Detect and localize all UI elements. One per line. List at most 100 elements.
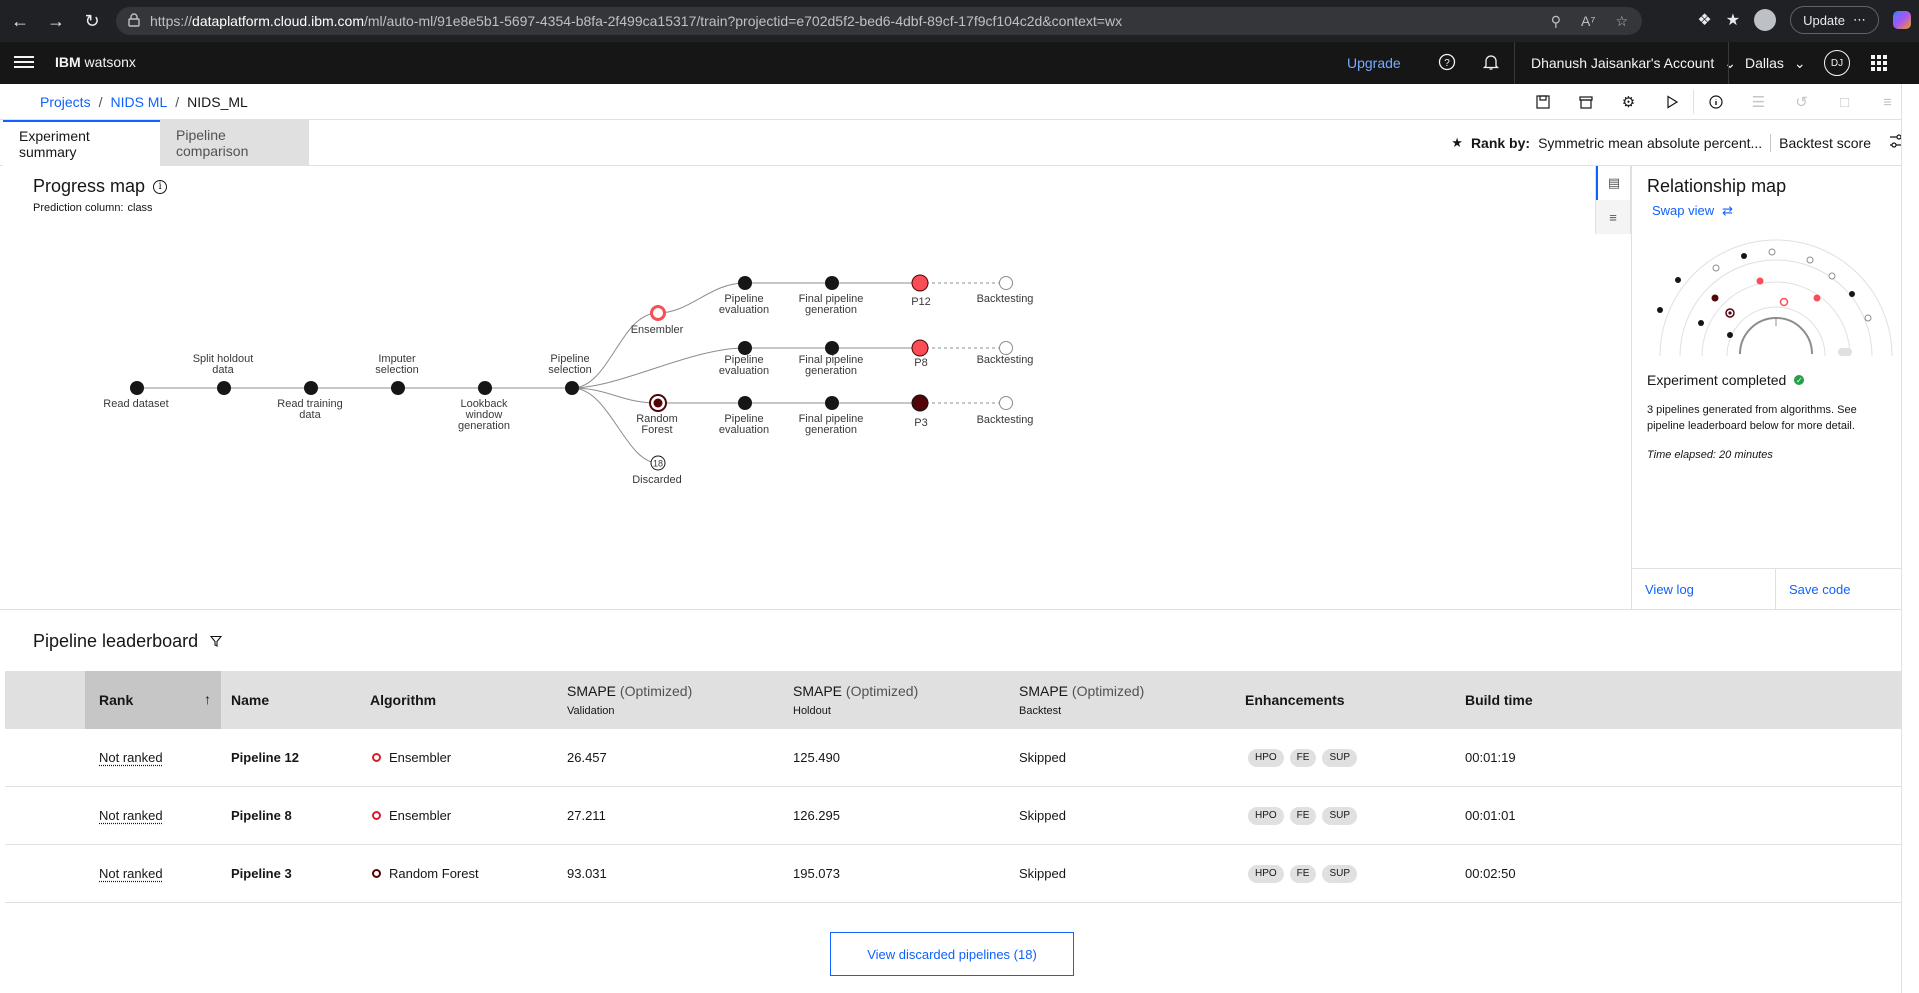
map-dot[interactable] xyxy=(1675,277,1681,283)
avatar[interactable]: DJ xyxy=(1824,50,1850,76)
rank-value[interactable]: Not ranked xyxy=(99,866,163,881)
map-dot[interactable] xyxy=(1711,294,1719,302)
table-row[interactable]: Not ranked Pipeline 3 Random Forest 93.0… xyxy=(5,845,1901,903)
node-pipeline-evaluation[interactable] xyxy=(738,276,752,290)
sort-ascending-icon[interactable]: ↑ xyxy=(204,691,211,707)
pipeline-name[interactable]: Pipeline 8 xyxy=(231,787,292,844)
map-dot[interactable] xyxy=(1849,291,1855,297)
node-ensembler[interactable] xyxy=(650,305,666,321)
favorite-star-icon[interactable]: ☆ xyxy=(1615,13,1628,30)
map-dot[interactable] xyxy=(1727,332,1733,338)
node-read-training[interactable] xyxy=(304,381,318,395)
back-icon[interactable]: ← xyxy=(2,3,38,39)
map-dot[interactable] xyxy=(1698,320,1704,326)
lineage-icon[interactable]: ☰ xyxy=(1737,84,1780,120)
node-pipeline-p12[interactable] xyxy=(911,274,929,292)
rank-value[interactable]: Not ranked xyxy=(99,808,163,823)
node-final-generation[interactable] xyxy=(825,276,839,290)
breadcrumb-project[interactable]: NIDS ML xyxy=(110,94,167,110)
node-final-generation[interactable] xyxy=(825,396,839,410)
ensembler-icon xyxy=(372,811,381,820)
table-row[interactable]: Not ranked Pipeline 12 Ensembler 26.457 … xyxy=(5,729,1901,787)
rank-score[interactable]: Backtest score xyxy=(1779,135,1871,151)
account-switcher[interactable]: Dhanush Jaisankar's Account ⌄ xyxy=(1514,42,1752,84)
comment-icon[interactable]: □ xyxy=(1823,84,1866,120)
copilot-icon[interactable] xyxy=(1893,11,1911,29)
address-bar[interactable]: https://dataplatform.cloud.ibm.com/ml/au… xyxy=(116,7,1642,35)
table-row[interactable]: Not ranked Pipeline 8 Ensembler 27.211 1… xyxy=(5,787,1901,845)
column-algorithm[interactable]: Algorithm xyxy=(370,671,436,729)
forward-icon[interactable]: → xyxy=(38,3,74,39)
rank-metric[interactable]: Symmetric mean absolute percent... xyxy=(1538,135,1762,151)
list-view-icon[interactable]: ≡ xyxy=(1596,200,1630,234)
node-pipeline-evaluation[interactable] xyxy=(738,341,752,355)
map-dot[interactable] xyxy=(1756,277,1764,285)
map-dot[interactable] xyxy=(1768,248,1776,256)
favorites-icon[interactable]: ★ xyxy=(1726,10,1740,30)
node-final-generation[interactable] xyxy=(825,341,839,355)
read-aloud-icon[interactable]: A⁷ xyxy=(1581,13,1595,30)
zoom-icon[interactable]: ⚲ xyxy=(1551,13,1561,30)
node-pipeline-evaluation[interactable] xyxy=(738,396,752,410)
history-icon[interactable]: ↺ xyxy=(1780,84,1823,120)
settings-icon[interactable]: ⚙ xyxy=(1607,84,1650,120)
region-switcher[interactable]: Dallas ⌄ xyxy=(1728,42,1822,84)
reload-icon[interactable]: ↻ xyxy=(74,3,110,39)
map-dot[interactable] xyxy=(1741,253,1747,259)
column-smape-backtest[interactable]: SMAPE (Optimized) Backtest xyxy=(1019,671,1144,729)
save-code-link[interactable]: Save code xyxy=(1775,569,1919,610)
save-icon[interactable] xyxy=(1521,84,1564,120)
map-dot[interactable] xyxy=(1712,264,1720,272)
node-lookback[interactable] xyxy=(478,381,492,395)
column-build-time[interactable]: Build time xyxy=(1465,671,1533,729)
node-pipeline-p8[interactable] xyxy=(911,339,929,357)
node-read-dataset[interactable] xyxy=(130,381,144,395)
pipeline-name[interactable]: Pipeline 3 xyxy=(231,845,292,902)
extensions-icon[interactable]: ❖ xyxy=(1697,10,1711,30)
info-icon[interactable] xyxy=(1694,84,1737,120)
node-pipeline-p3[interactable] xyxy=(911,394,929,412)
map-dot[interactable] xyxy=(1864,314,1872,322)
tab-experiment-summary[interactable]: Experiment summary xyxy=(3,120,160,166)
view-discarded-button[interactable]: View discarded pipelines (18) xyxy=(830,932,1074,976)
run-icon[interactable] xyxy=(1650,84,1693,120)
node-backtesting[interactable] xyxy=(999,396,1013,410)
column-enhancements[interactable]: Enhancements xyxy=(1245,671,1345,729)
map-dot[interactable] xyxy=(1657,307,1663,313)
view-log-link[interactable]: View log xyxy=(1632,569,1775,610)
column-name[interactable]: Name xyxy=(231,671,269,729)
column-rank[interactable]: Rank ↑ xyxy=(85,671,221,729)
breadcrumb-projects[interactable]: Projects xyxy=(40,94,91,110)
node-split-holdout[interactable] xyxy=(217,381,231,395)
rank-value[interactable]: Not ranked xyxy=(99,750,163,765)
more-icon[interactable]: ⋯ xyxy=(1853,12,1866,28)
archive-icon[interactable] xyxy=(1564,84,1607,120)
brand-name[interactable]: IBM watsonx xyxy=(55,54,136,70)
pipeline-name[interactable]: Pipeline 12 xyxy=(231,729,299,786)
map-dot[interactable] xyxy=(1806,256,1814,264)
node-imputer[interactable] xyxy=(391,381,405,395)
tab-pipeline-comparison[interactable]: Pipeline comparison xyxy=(160,120,309,166)
menu-icon[interactable] xyxy=(14,53,34,73)
filter-icon[interactable] xyxy=(209,631,223,652)
help-icon[interactable]: ? xyxy=(1437,53,1457,73)
map-dot[interactable] xyxy=(1813,294,1821,302)
node-backtesting[interactable] xyxy=(999,341,1013,355)
page-scrollbar[interactable] xyxy=(1901,84,1919,993)
upgrade-link[interactable]: Upgrade xyxy=(1347,55,1401,71)
notification-icon[interactable] xyxy=(1481,53,1501,73)
update-button[interactable]: Update ⋯ xyxy=(1790,6,1879,34)
map-dot[interactable] xyxy=(1828,272,1836,280)
map-view-icon[interactable]: ▤ xyxy=(1596,166,1630,200)
node-pipeline-selection[interactable] xyxy=(565,381,579,395)
rank-by-control[interactable]: ★ Rank by: Symmetric mean absolute perce… xyxy=(1451,134,1871,152)
node-backtesting[interactable] xyxy=(999,276,1013,290)
swap-view-link[interactable]: Swap view ⇄ xyxy=(1652,203,1733,219)
app-switcher-icon[interactable] xyxy=(1871,55,1887,71)
column-smape-holdout[interactable]: SMAPE (Optimized) Holdout xyxy=(793,671,918,729)
map-dot[interactable] xyxy=(1779,297,1789,307)
profile-icon[interactable] xyxy=(1754,9,1777,31)
map-zoom-indicator[interactable] xyxy=(1838,348,1852,356)
column-smape-validation[interactable]: SMAPE (Optimized) Validation xyxy=(567,671,692,729)
label-random-forest: Random Forest xyxy=(636,413,678,436)
